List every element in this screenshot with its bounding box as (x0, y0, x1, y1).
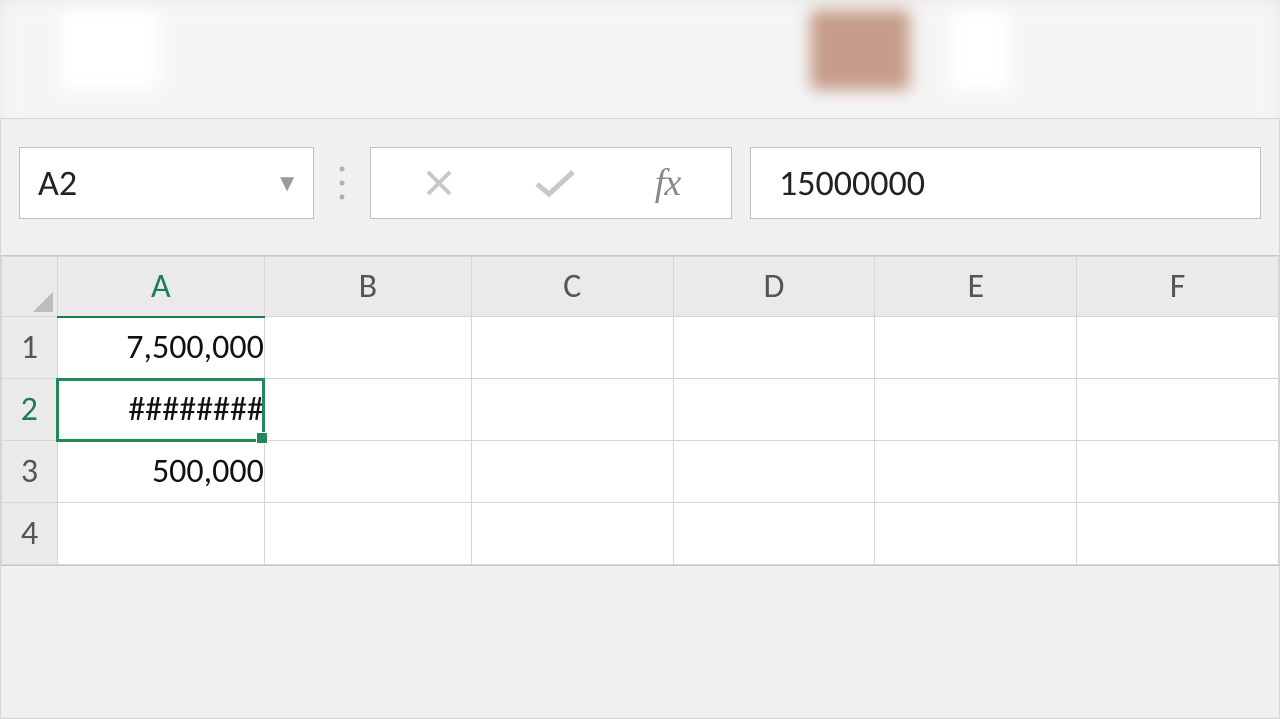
cancel-icon[interactable] (422, 166, 456, 200)
cell-D1[interactable] (673, 317, 875, 379)
cell-A2[interactable]: ######## (57, 379, 264, 441)
select-all-corner[interactable] (2, 257, 58, 317)
cell-D2[interactable] (673, 379, 875, 441)
name-box-value: A2 (38, 161, 77, 205)
spreadsheet-panel: A2 ▼ fx 150 (0, 118, 1280, 719)
dropdown-icon[interactable]: ▼ (275, 169, 299, 198)
cell-F2[interactable] (1077, 379, 1279, 441)
cell-E3[interactable] (875, 441, 1077, 503)
formula-input[interactable]: 15000000 (750, 147, 1261, 219)
cell-B4[interactable] (264, 503, 471, 565)
formula-value: 15000000 (779, 161, 925, 205)
cell-C3[interactable] (471, 441, 673, 503)
col-header-E[interactable]: E (875, 257, 1077, 317)
row-header-3[interactable]: 3 (2, 441, 58, 503)
row-header-4[interactable]: 4 (2, 503, 58, 565)
fx-icon[interactable]: fx (655, 161, 680, 205)
separator-icon (332, 163, 352, 203)
formula-row: A2 ▼ fx 150 (1, 119, 1279, 237)
cell-E4[interactable] (875, 503, 1077, 565)
cell-E2[interactable] (875, 379, 1077, 441)
row-header-1[interactable]: 1 (2, 317, 58, 379)
cell-E1[interactable] (875, 317, 1077, 379)
col-header-F[interactable]: F (1077, 257, 1279, 317)
cell-F4[interactable] (1077, 503, 1279, 565)
cell-C4[interactable] (471, 503, 673, 565)
col-header-D[interactable]: D (673, 257, 875, 317)
cell-D3[interactable] (673, 441, 875, 503)
cell-C1[interactable] (471, 317, 673, 379)
cell-D4[interactable] (673, 503, 875, 565)
cell-B2[interactable] (264, 379, 471, 441)
col-header-A[interactable]: A (57, 257, 264, 317)
cell-C2[interactable] (471, 379, 673, 441)
enter-icon[interactable] (533, 166, 577, 200)
cell-F3[interactable] (1077, 441, 1279, 503)
cell-A3[interactable]: 500,000 (57, 441, 264, 503)
col-header-C[interactable]: C (471, 257, 673, 317)
row-header-2[interactable]: 2 (2, 379, 58, 441)
spreadsheet-grid[interactable]: A B C D E F 1 7,500,000 2 ######## (1, 255, 1279, 566)
cell-A4[interactable] (57, 503, 264, 565)
cell-B3[interactable] (264, 441, 471, 503)
cell-A1[interactable]: 7,500,000 (57, 317, 264, 379)
formula-buttons: fx (370, 147, 732, 219)
col-header-B[interactable]: B (264, 257, 471, 317)
name-box[interactable]: A2 ▼ (19, 147, 314, 219)
cell-F1[interactable] (1077, 317, 1279, 379)
cell-B1[interactable] (264, 317, 471, 379)
